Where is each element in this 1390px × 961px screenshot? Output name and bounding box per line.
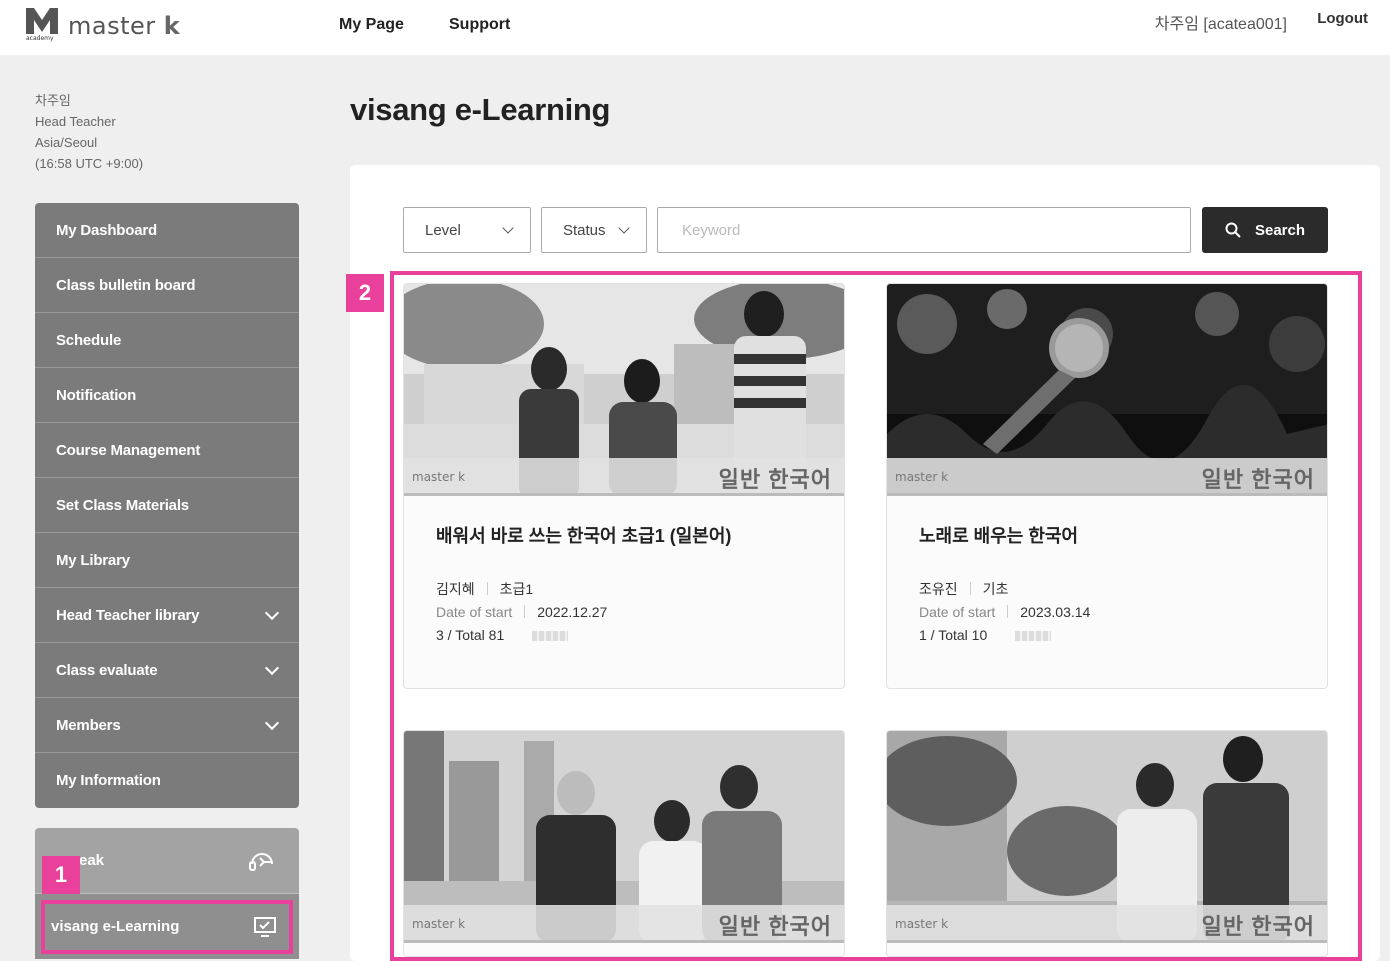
sidebar-item-my-library[interactable]: My Library [35,533,299,588]
logout-link[interactable]: Logout [1317,10,1368,27]
highlight-box-1 [41,900,293,954]
chevron-down-icon [264,660,280,675]
profile-name: 차주임 [35,93,71,108]
search-icon [1225,222,1241,238]
sidebar-item-class-evaluate[interactable]: Class evaluate [35,643,299,698]
sidebar-item-my-information[interactable]: My Information [35,753,299,808]
profile-role: Head Teacher [35,114,116,129]
sidebar-item-course-management[interactable]: Course Management [35,423,299,478]
profile-timezone: Asia/Seoul [35,135,98,150]
highlight-box-2 [390,271,1362,961]
speak-headset-icon [249,852,273,871]
search-button[interactable]: Search [1202,207,1328,253]
sidebar-item-schedule[interactable]: Schedule [35,313,299,368]
keyword-input[interactable] [657,207,1191,253]
logo-subtitle: academy [26,35,54,42]
chevron-down-icon [264,605,280,620]
nav-my-page[interactable]: My Page [339,16,404,34]
chevron-down-icon [618,222,630,234]
sidebar-item-head-teacher-library[interactable]: Head Teacher library [35,588,299,643]
top-bar: academy master k My Page Support 차주임 [ac… [0,0,1390,55]
sidebar-menu: My Dashboard Class bulletin board Schedu… [35,203,299,808]
page-title: visang e-Learning [350,92,611,127]
sidebar-item-my-dashboard[interactable]: My Dashboard [35,203,299,258]
sidebar-item-members[interactable]: Members [35,698,299,753]
profile-time: (16:58 UTC +9:00) [35,156,144,171]
profile-info: 차주임 Head Teacher Asia/Seoul (16:58 UTC +… [35,90,143,174]
sidebar-item-set-class-materials[interactable]: Set Class Materials [35,478,299,533]
user-info: 차주임 [acatea001] [1154,16,1287,33]
step-badge-2: 2 [346,274,384,312]
nav-support[interactable]: Support [449,16,510,34]
level-select[interactable]: Level [403,207,531,253]
logo-text: master k [68,12,181,40]
sidebar-item-notification[interactable]: Notification [35,368,299,423]
step-badge-1: 1 [42,856,80,894]
logo-mark-icon [26,8,58,34]
chevron-down-icon [264,715,280,730]
chevron-down-icon [502,222,514,234]
sidebar-item-class-bulletin-board[interactable]: Class bulletin board [35,258,299,313]
status-select[interactable]: Status [541,207,647,253]
master-k-logo[interactable]: academy master k [24,6,184,44]
